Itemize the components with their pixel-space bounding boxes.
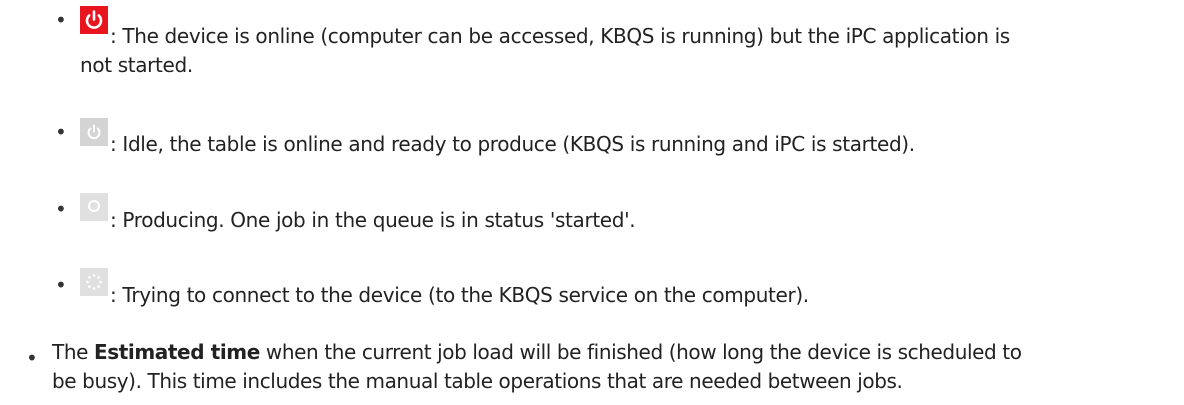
status-description: : Trying to connect to the device (to th… — [110, 283, 809, 307]
bullet: • — [26, 346, 38, 370]
bullet: • — [55, 120, 67, 144]
document-page: • : The device is online (computer can b… — [0, 0, 1184, 405]
estimated-time-paragraph: The Estimated time when the current job … — [52, 338, 1177, 396]
bullet: • — [55, 273, 67, 297]
bullet: • — [55, 197, 67, 221]
connecting-spinner-icon — [80, 268, 108, 296]
status-description-continued: not started. — [80, 53, 193, 77]
producing-ring-icon — [80, 193, 108, 221]
estimated-line1: when the current job load will be finish… — [259, 340, 1022, 364]
power-grey-icon — [80, 118, 108, 146]
estimated-line2: be busy). This time includes the manual … — [52, 369, 903, 393]
status-description: : Idle, the table is online and ready to… — [110, 132, 915, 156]
power-red-icon — [80, 6, 108, 34]
bullet: • — [55, 8, 67, 32]
status-description: : The device is online (computer can be … — [110, 24, 1010, 48]
estimated-time-term: Estimated time — [93, 340, 260, 364]
estimated-prefix: The — [52, 340, 94, 364]
status-description: : Producing. One job in the queue is in … — [110, 208, 636, 232]
